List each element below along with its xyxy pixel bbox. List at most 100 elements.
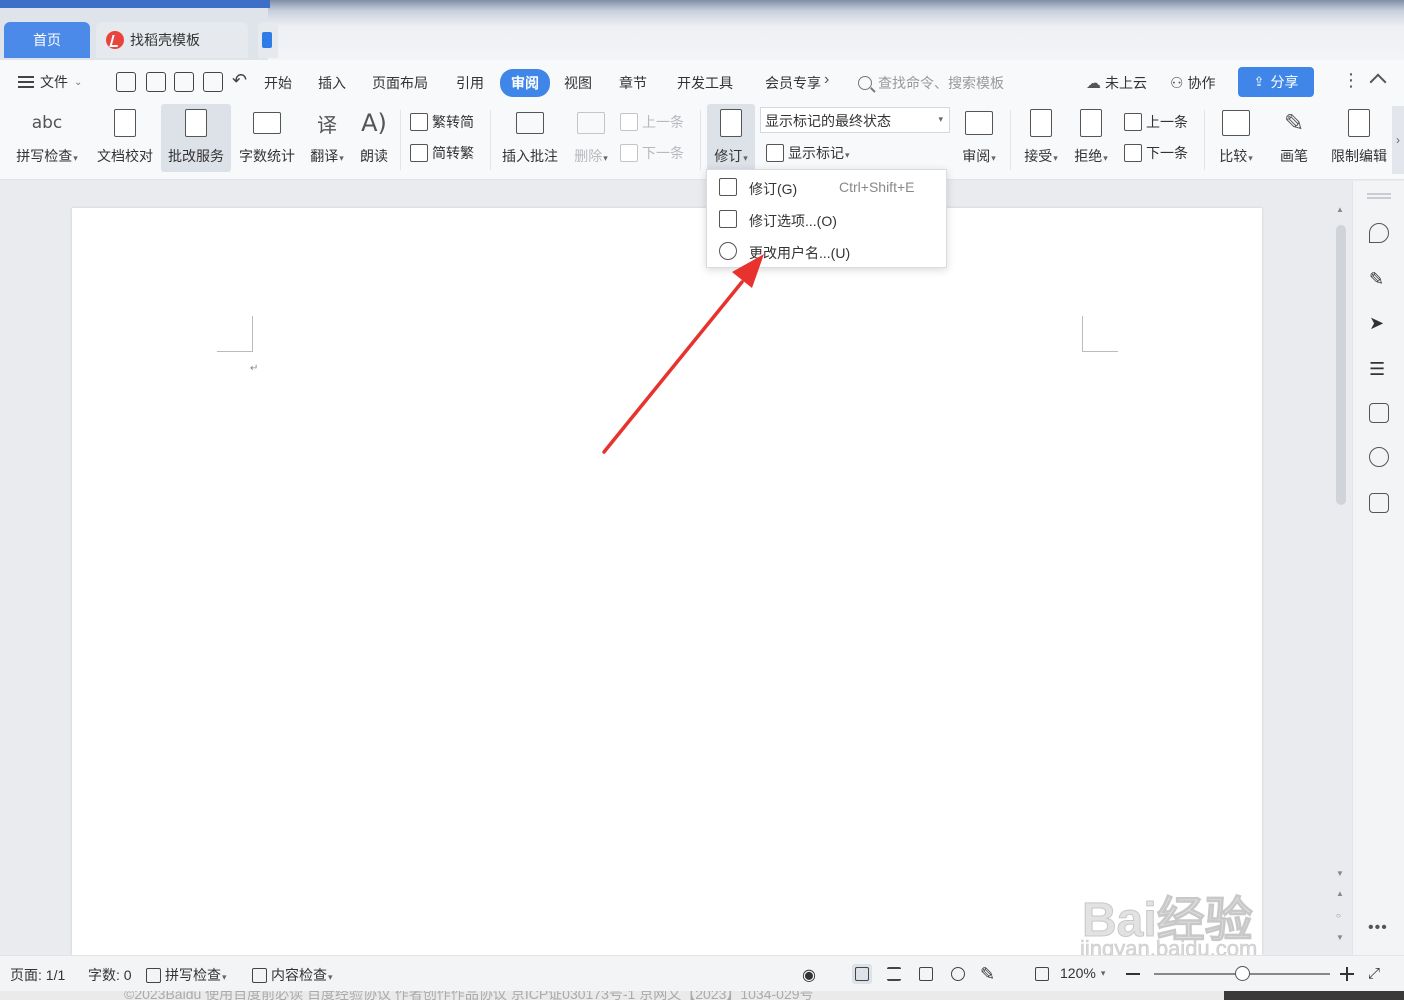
cloud-icon: ☁ bbox=[1086, 75, 1101, 92]
show-markup-button[interactable]: 显示标记 bbox=[766, 143, 850, 163]
next-comment-button[interactable]: 下一条 bbox=[620, 143, 684, 163]
prev-change-icon bbox=[1124, 113, 1142, 131]
share-button[interactable]: ⇪ 分享 bbox=[1238, 67, 1314, 97]
web-view-icon[interactable] bbox=[948, 964, 968, 984]
outline-view-icon[interactable] bbox=[884, 964, 904, 984]
fit-page-icon[interactable] bbox=[1032, 964, 1052, 984]
read-view-icon[interactable] bbox=[916, 964, 936, 984]
adjust-icon[interactable]: ☰ bbox=[1369, 359, 1389, 379]
menu-reference[interactable]: 引用 bbox=[456, 73, 484, 93]
translate-button[interactable]: 译 翻译 bbox=[304, 104, 350, 172]
read-aloud-label: 朗读 bbox=[360, 148, 388, 164]
ribbon-scroll-right[interactable]: › bbox=[1392, 106, 1404, 174]
next-change-button[interactable]: 下一条 bbox=[1124, 143, 1188, 163]
zoom-slider-knob[interactable] bbox=[1235, 966, 1250, 981]
lightning-icon[interactable] bbox=[1369, 447, 1389, 467]
undo-icon[interactable]: ↶ bbox=[232, 70, 247, 91]
menu-chapter[interactable]: 章节 bbox=[619, 73, 647, 93]
tab-home-label: 首页 bbox=[33, 32, 61, 48]
status-spell-label: 拼写检查 bbox=[165, 965, 227, 985]
more-icon[interactable]: ••• bbox=[1368, 919, 1388, 937]
correct-service-button[interactable]: 批改服务 bbox=[161, 104, 231, 172]
restrict-edit-button[interactable]: 限制编辑 bbox=[1328, 104, 1390, 172]
save-icon[interactable] bbox=[116, 72, 136, 92]
margin-corner-top-left bbox=[217, 316, 253, 352]
dropdown-item-track[interactable]: 修订(G) Ctrl+Shift+E bbox=[707, 171, 946, 203]
command-search[interactable]: 查找命令、搜索模板 bbox=[858, 73, 1004, 93]
dropdown-item-track-options[interactable]: 修订选项...(O) bbox=[707, 203, 946, 235]
menu-page-layout[interactable]: 页面布局 bbox=[372, 73, 428, 93]
word-count-indicator[interactable]: 字数: 0 bbox=[88, 965, 132, 985]
pen-mode-icon[interactable]: ✎ bbox=[980, 964, 1000, 984]
scroll-down-icon[interactable]: ▼ bbox=[1336, 869, 1344, 878]
spell-check-button[interactable]: abc 拼写检查 bbox=[10, 104, 84, 172]
tab-home[interactable]: 首页 bbox=[4, 22, 90, 58]
read-aloud-button[interactable]: A) 朗读 bbox=[354, 104, 394, 172]
fullscreen-icon[interactable]: ⤢ bbox=[1368, 965, 1380, 982]
menu-developer[interactable]: 开发工具 bbox=[677, 73, 733, 93]
word-count-button[interactable]: 字数统计 bbox=[234, 104, 300, 172]
simp-to-trad-button[interactable]: 简转繁 bbox=[410, 143, 474, 163]
review-pane-button[interactable]: 审阅 bbox=[956, 104, 1002, 172]
file-menu[interactable]: 文件 ⌄ bbox=[18, 72, 82, 92]
prev-change-button[interactable]: 上一条 bbox=[1124, 112, 1188, 132]
trad-to-simp-button[interactable]: 繁转简 bbox=[410, 112, 474, 132]
book-search-icon[interactable] bbox=[1369, 493, 1389, 513]
print-icon[interactable] bbox=[174, 72, 194, 92]
dropdown-item-label: 修订选项...(O) bbox=[749, 213, 837, 229]
reject-button[interactable]: 拒绝 bbox=[1068, 104, 1114, 172]
menu-review[interactable]: 审阅 bbox=[500, 69, 550, 97]
document-workspace: ↵ ▲ ▼ ▲ ○ ▼ bbox=[0, 181, 1352, 955]
prev-page-icon[interactable]: ▲ bbox=[1336, 889, 1344, 898]
scrollbar-thumb[interactable] bbox=[1336, 225, 1346, 505]
next-change-icon bbox=[1124, 144, 1142, 162]
menu-insert[interactable]: 插入 bbox=[318, 73, 346, 93]
zoom-out-icon[interactable] bbox=[1126, 973, 1140, 975]
pencil-icon[interactable]: ✎ bbox=[1369, 269, 1389, 289]
accept-button[interactable]: 接受 bbox=[1018, 104, 1064, 172]
scroll-up-icon[interactable]: ▲ bbox=[1336, 205, 1344, 214]
image-icon[interactable] bbox=[1369, 403, 1389, 423]
collab-button[interactable]: ⚇ 协作 bbox=[1170, 73, 1215, 93]
footer-dark-region bbox=[1224, 991, 1404, 1000]
zoom-in-icon[interactable] bbox=[1340, 967, 1354, 981]
status-spell-check[interactable]: 拼写检查 bbox=[146, 965, 227, 985]
page-view-icon[interactable] bbox=[852, 964, 872, 984]
rocket-icon[interactable] bbox=[1369, 223, 1389, 243]
next-page-icon[interactable]: ▼ bbox=[1336, 933, 1344, 942]
select-browse-icon[interactable]: ○ bbox=[1336, 911, 1341, 920]
doc-proof-button[interactable]: 文档校对 bbox=[92, 104, 158, 172]
tab-template[interactable]: 找稻壳模板 bbox=[96, 22, 248, 58]
menu-member[interactable]: 会员专享 bbox=[765, 73, 823, 93]
compare-button[interactable]: 比较 bbox=[1212, 104, 1260, 172]
document-page[interactable]: ↵ bbox=[72, 208, 1262, 955]
page-indicator[interactable]: 页面: 1/1 bbox=[10, 965, 65, 985]
track-changes-icon bbox=[719, 178, 737, 196]
collapse-ribbon-icon[interactable] bbox=[1369, 73, 1387, 91]
eye-protection-icon[interactable]: ◉ bbox=[802, 965, 816, 985]
ribbon-review: abc 拼写检查 文档校对 批改服务 字数统计 译 翻译 A) 朗读 繁转简 简… bbox=[0, 104, 1404, 180]
cursor-icon[interactable]: ➤ bbox=[1369, 313, 1389, 333]
prev-comment-button[interactable]: 上一条 bbox=[620, 112, 684, 132]
correct-service-label: 批改服务 bbox=[168, 148, 224, 164]
print-preview-icon[interactable] bbox=[203, 72, 223, 92]
more-options-icon[interactable]: ⋮ bbox=[1342, 70, 1360, 91]
content-check[interactable]: 内容检查 bbox=[252, 965, 333, 985]
delete-comment-button[interactable]: 删除 bbox=[568, 104, 614, 172]
insert-comment-button[interactable]: 插入批注 bbox=[496, 104, 564, 172]
menu-scroll-right-icon[interactable]: › bbox=[824, 71, 829, 89]
track-changes-button[interactable]: 修订 bbox=[707, 104, 755, 172]
ribbon-divider bbox=[490, 110, 491, 170]
prev-change-label: 上一条 bbox=[1146, 114, 1188, 130]
cloud-status-button[interactable]: ☁ 未上云 bbox=[1086, 73, 1147, 93]
menu-view[interactable]: 视图 bbox=[564, 73, 592, 93]
zoom-level[interactable]: 120% bbox=[1060, 965, 1105, 981]
display-state-select[interactable]: 显示标记的最终状态 ▾ bbox=[760, 107, 950, 133]
vertical-scrollbar[interactable]: ▲ ▼ ▲ ○ ▼ bbox=[1333, 181, 1349, 955]
menu-start[interactable]: 开始 bbox=[264, 73, 292, 93]
chevron-right-icon: › bbox=[1396, 133, 1400, 147]
dropdown-item-change-username[interactable]: 更改用户名...(U) bbox=[707, 235, 946, 267]
export-pdf-icon[interactable] bbox=[146, 72, 166, 92]
tab-document[interactable] bbox=[258, 22, 278, 58]
pen-button[interactable]: ✎ 画笔 bbox=[1270, 104, 1318, 172]
